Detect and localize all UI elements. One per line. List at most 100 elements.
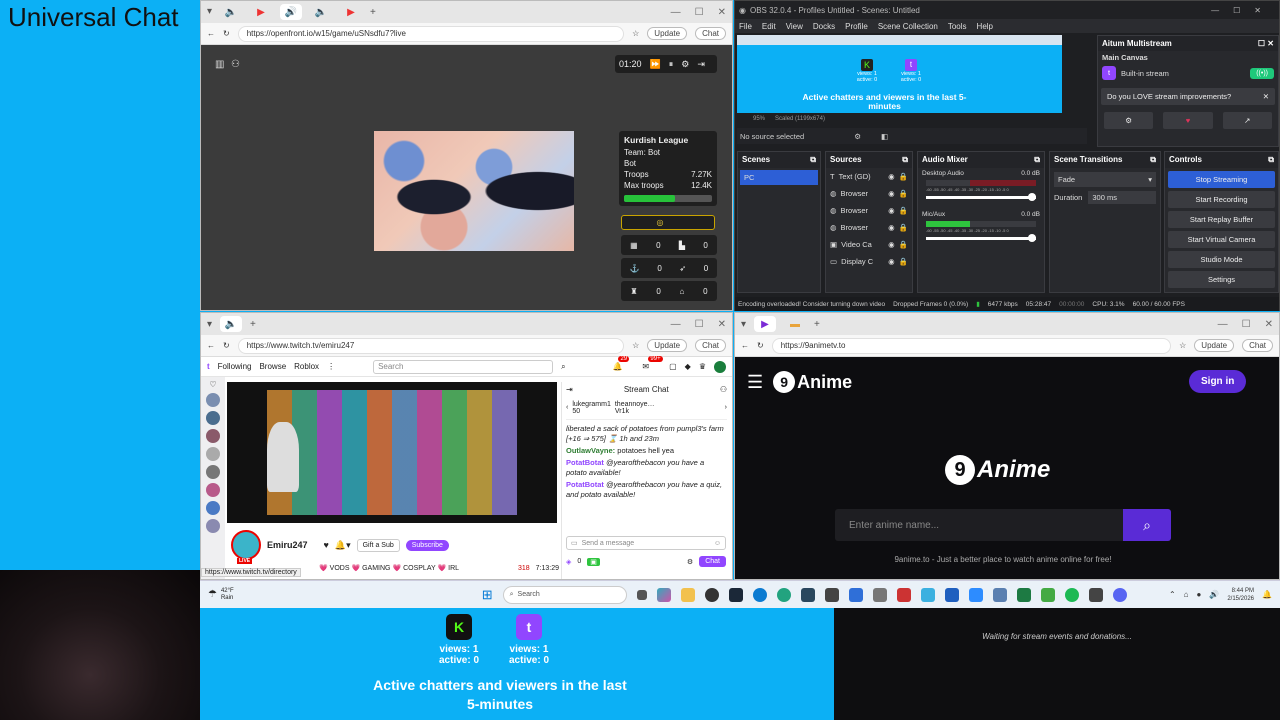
start-replay-buffer-button[interactable]: Start Replay Buffer — [1168, 211, 1275, 228]
network-icon[interactable]: ⌂ — [1184, 590, 1189, 599]
edge-icon[interactable] — [776, 587, 791, 602]
chat-username[interactable]: OutlawVayne: — [566, 446, 615, 455]
menu-edit[interactable]: Edit — [762, 22, 776, 31]
team-icon[interactable]: ⚇ — [231, 59, 240, 70]
app-icon[interactable] — [896, 587, 911, 602]
discord-icon[interactable] — [1112, 587, 1127, 602]
collapse-chat-icon[interactable]: ⇥ — [566, 385, 573, 394]
follow-heart-icon[interactable]: ♥ — [324, 540, 329, 550]
menu-help[interactable]: Help — [977, 22, 993, 31]
settings-button[interactable]: Settings — [1168, 271, 1275, 288]
eye-icon[interactable]: ◉ — [888, 172, 895, 181]
bits-icon[interactable]: ◆ — [685, 362, 691, 371]
dock-float-icon[interactable]: ⧉ — [810, 155, 816, 165]
update-button[interactable]: Update — [647, 27, 688, 40]
source-filters-icon[interactable]: ◧ — [881, 132, 888, 141]
channel-avatar[interactable] — [206, 465, 220, 479]
star-icon[interactable]: ☆ — [632, 341, 639, 350]
minimize-button[interactable]: — — [671, 319, 681, 330]
source-item[interactable]: ▣ Video Ca ◉ 🔒 — [826, 236, 912, 253]
source-item[interactable]: ◍ Browser ◉ 🔒 — [826, 202, 912, 219]
channel-avatar[interactable] — [206, 393, 220, 407]
menu-tools[interactable]: Tools — [948, 22, 967, 31]
lock-icon[interactable]: 🔒 — [899, 257, 908, 266]
user-avatar[interactable] — [714, 360, 726, 373]
lock-icon[interactable]: 🔒 — [899, 172, 908, 181]
menu-profile[interactable]: Profile — [845, 22, 868, 31]
streamer-name[interactable]: Emiru247 — [267, 540, 308, 550]
fast-forward-icon[interactable]: ⏩ — [650, 59, 661, 70]
duration-input[interactable]: 300 ms — [1088, 191, 1156, 204]
url-field[interactable]: https://www.twitch.tv/emiru247 — [237, 337, 625, 354]
source-item[interactable]: ◍ Browser ◉ 🔒 — [826, 185, 912, 202]
app-icon[interactable] — [824, 587, 839, 602]
tab-openfront[interactable]: 🔊 — [280, 4, 303, 20]
spotify-icon[interactable] — [1064, 587, 1079, 602]
more-icon[interactable]: ⋮ — [327, 362, 335, 371]
chat-settings-icon[interactable]: ⚙ — [687, 558, 693, 566]
lock-icon[interactable]: 🔒 — [899, 189, 908, 198]
minimize-button[interactable]: — — [1218, 319, 1228, 330]
gift-sub-button[interactable]: Gift a Sub — [356, 538, 400, 552]
source-properties-icon[interactable]: ⚙ — [854, 132, 861, 141]
steam-icon[interactable] — [800, 587, 815, 602]
obs-preview[interactable]: Kviews: 1 active: 0 t views: 1 active: 0 … — [737, 35, 1062, 113]
close-icon[interactable]: ✕ — [1263, 92, 1269, 101]
factory-icon[interactable]: ▙ — [679, 241, 685, 250]
maximize-button[interactable]: ☐ — [695, 7, 704, 18]
dock-controls[interactable]: ☐ ✕ — [1258, 39, 1274, 48]
port-icon[interactable]: ⚓ — [630, 264, 640, 273]
steam-icon[interactable] — [728, 587, 743, 602]
lock-icon[interactable]: 🔒 — [899, 240, 908, 249]
city-icon[interactable]: ▦ — [630, 241, 638, 250]
tab-5[interactable]: ▶ — [340, 4, 362, 20]
emote-icon[interactable]: ☺ — [714, 540, 721, 547]
anime-logo-small[interactable]: 9 Anime — [773, 371, 852, 393]
url-field[interactable]: https://openfront.io/w15/game/uSNsdfu7?l… — [237, 25, 625, 42]
defense-icon[interactable]: ♜ — [630, 287, 637, 296]
world-map[interactable] — [374, 131, 574, 251]
tab-actions-icon[interactable]: ▾ — [207, 7, 212, 17]
close-button[interactable]: ✕ — [1265, 319, 1273, 330]
obs-window-controls[interactable]: —☐✕ — [1211, 6, 1275, 15]
streamer-avatar[interactable]: LIVE — [231, 530, 261, 564]
lock-icon[interactable]: 🔒 — [899, 206, 908, 215]
chevron-left-icon[interactable]: ‹ — [566, 404, 568, 411]
copilot-icon[interactable] — [656, 587, 671, 602]
leaderboard-icon[interactable]: ▥ — [215, 59, 224, 70]
back-icon[interactable]: ← — [741, 341, 749, 350]
back-icon[interactable]: ← — [207, 341, 215, 350]
chat-send-button[interactable]: Chat — [699, 556, 726, 567]
eye-icon[interactable]: ◉ — [888, 240, 895, 249]
security-icon[interactable] — [848, 587, 863, 602]
edge-icon[interactable] — [752, 587, 767, 602]
menu-icon[interactable]: ☰ — [747, 372, 763, 393]
twitch-logo-icon[interactable]: t — [207, 362, 210, 371]
menu-scene-collection[interactable]: Scene Collection — [878, 22, 938, 31]
refresh-icon[interactable]: ↻ — [223, 29, 230, 38]
tab-2[interactable]: ▬ — [784, 316, 806, 332]
channel-avatar[interactable] — [206, 411, 220, 425]
prime-icon[interactable]: ♛ — [699, 362, 706, 371]
dock-float-icon[interactable]: ⧉ — [1034, 155, 1040, 165]
twitch-video-player[interactable] — [227, 382, 557, 523]
chat-input[interactable]: ▭ Send a message ☺ — [566, 536, 726, 550]
aitum-promo[interactable]: Do you LOVE stream improvements? ✕ — [1101, 88, 1275, 105]
star-icon[interactable]: ☆ — [1179, 341, 1186, 350]
maximize-button[interactable]: ☐ — [695, 319, 704, 330]
anime-search-input[interactable]: Enter anime name... — [835, 509, 1123, 541]
tab-anime[interactable]: ▶ — [754, 316, 777, 332]
tab-4[interactable]: 🔈 — [310, 4, 332, 20]
volume-icon[interactable]: 🔊 — [1209, 590, 1219, 599]
close-button[interactable]: ✕ — [718, 319, 726, 330]
eye-icon[interactable]: ◉ — [888, 189, 895, 198]
app-icon[interactable] — [944, 587, 959, 602]
transition-select[interactable]: Fade ▾ — [1054, 172, 1156, 187]
chat-button[interactable]: Chat — [695, 27, 726, 40]
eye-icon[interactable]: ◉ — [888, 206, 895, 215]
tab-2[interactable]: ▶ — [250, 4, 272, 20]
start-virtual-camera-button[interactable]: Start Virtual Camera — [1168, 231, 1275, 248]
zoom-level[interactable]: 95% — [753, 116, 765, 122]
aitum-settings-button[interactable]: ⚙ — [1104, 112, 1154, 129]
new-tab-button[interactable]: + — [370, 7, 376, 18]
